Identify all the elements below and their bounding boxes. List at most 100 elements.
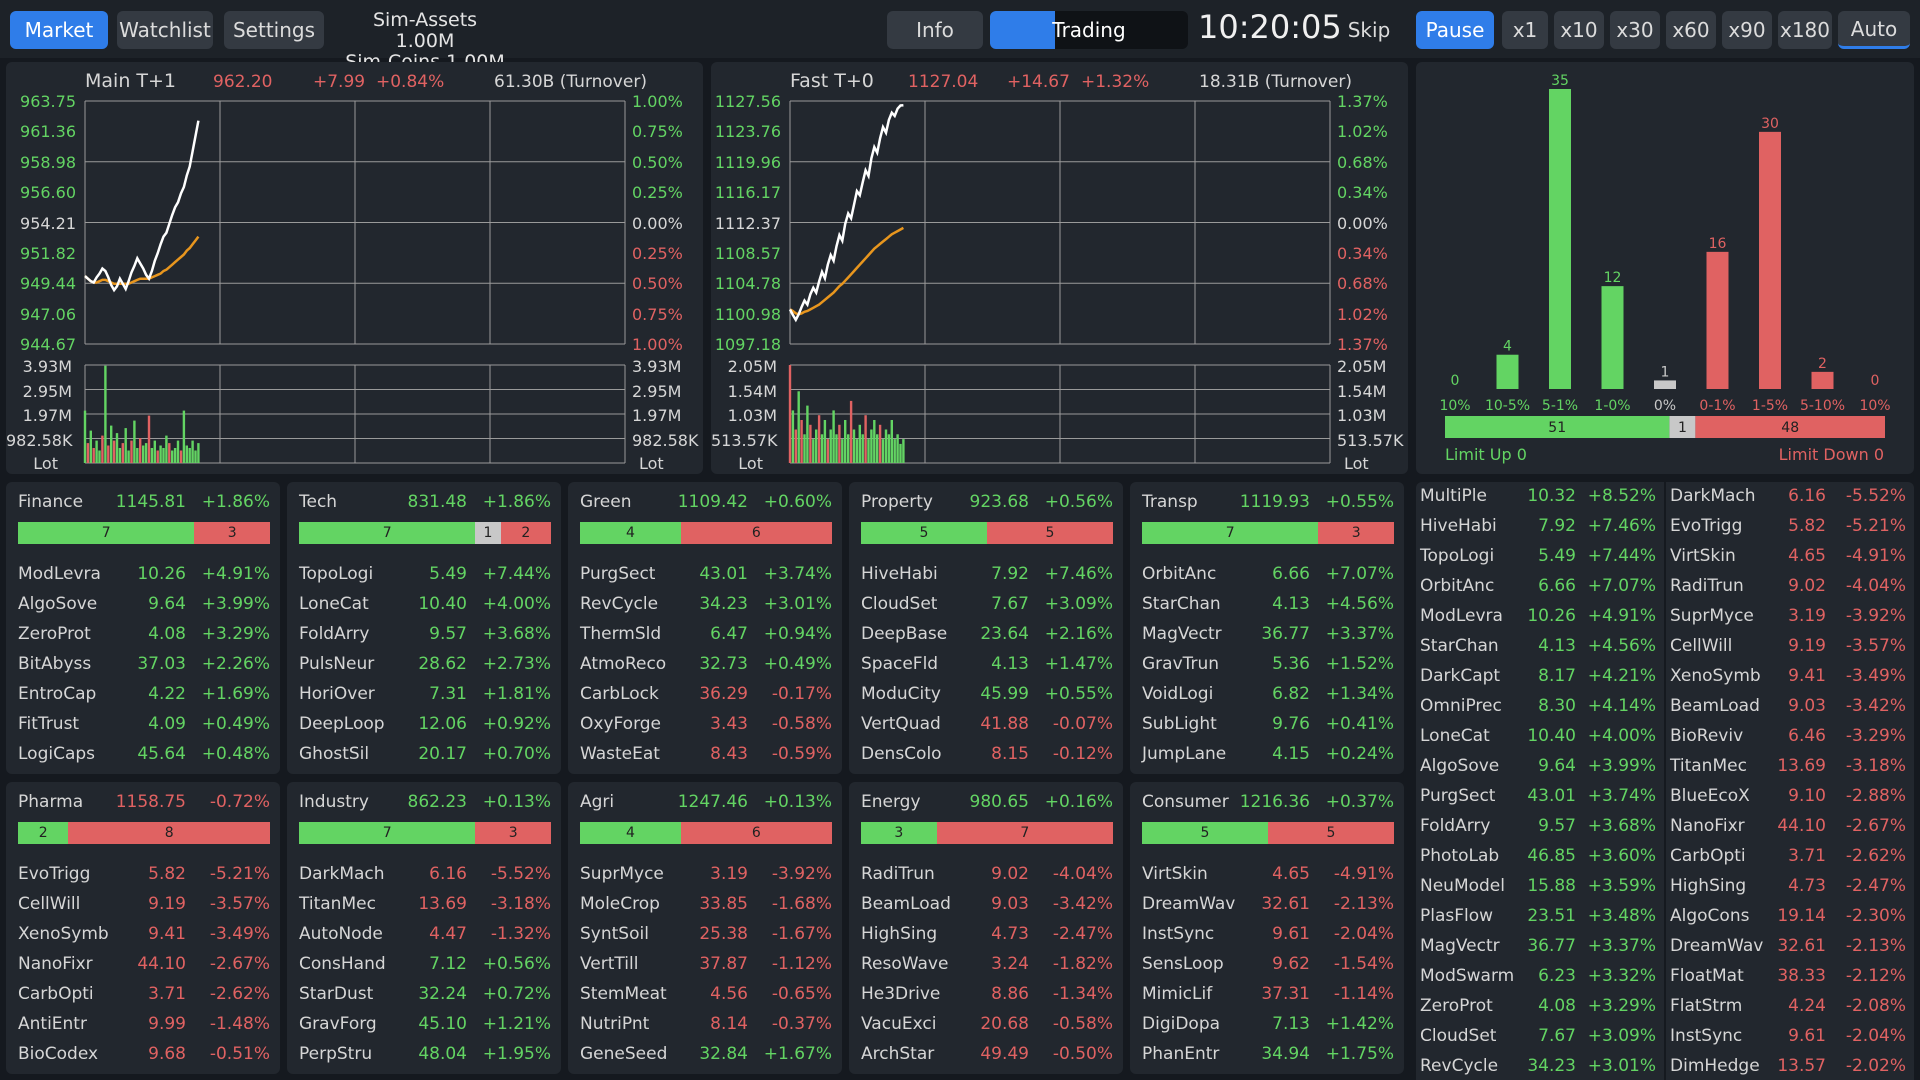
sector-stock-row[interactable]: HiveHabi 7.92 +7.46% [861, 564, 1113, 590]
sector-stock-row[interactable]: LoneCat 10.40 +4.00% [299, 594, 551, 620]
losers-row[interactable]: CarbOpti 3.71 -2.62% [1670, 846, 1906, 872]
sector-stock-row[interactable]: DigiDopa 7.13 +1.42% [1142, 1014, 1394, 1040]
sector-stock-row[interactable]: DensColo 8.15 -0.12% [861, 744, 1113, 770]
gainers-row[interactable]: PlasFlow 23.51 +3.48% [1420, 906, 1656, 932]
sector-stock-row[interactable]: EvoTrigg 5.82 -5.21% [18, 864, 270, 890]
info-button[interactable]: Info [887, 11, 983, 49]
losers-row[interactable]: SuprMyce 3.19 -3.92% [1670, 606, 1906, 632]
sector-stock-row[interactable]: NanoFixr 44.10 -2.67% [18, 954, 270, 980]
losers-row[interactable]: RadiTrun 9.02 -4.04% [1670, 576, 1906, 602]
gainers-row[interactable]: DarkCapt 8.17 +4.21% [1420, 666, 1656, 692]
sector-stock-row[interactable]: SpaceFld 4.13 +1.47% [861, 654, 1113, 680]
losers-row[interactable]: DreamWav 32.61 -2.13% [1670, 936, 1906, 962]
sector-stock-row[interactable]: VertQuad 41.88 -0.07% [861, 714, 1113, 740]
sector-stock-row[interactable]: BeamLoad 9.03 -3.42% [861, 894, 1113, 920]
sector-stock-row[interactable]: HighSing 4.73 -2.47% [861, 924, 1113, 950]
sector-stock-row[interactable]: ModuCity 45.99 +0.55% [861, 684, 1113, 710]
sector-stock-row[interactable]: GravForg 45.10 +1.21% [299, 1014, 551, 1040]
sector-stock-row[interactable]: OrbitAnc 6.66 +7.07% [1142, 564, 1394, 590]
sector-stock-row[interactable]: PurgSect 43.01 +3.74% [580, 564, 832, 590]
gainers-row[interactable]: RevCycle 34.23 +3.01% [1420, 1056, 1656, 1080]
losers-row[interactable]: BlueEcoX 9.10 -2.88% [1670, 786, 1906, 812]
gainers-row[interactable]: FoldArry 9.57 +3.68% [1420, 816, 1656, 842]
sector-stock-row[interactable]: VertTill 37.87 -1.12% [580, 954, 832, 980]
losers-row[interactable]: AlgoCons 19.14 -2.30% [1670, 906, 1906, 932]
losers-row[interactable]: CellWill 9.19 -3.57% [1670, 636, 1906, 662]
sector-stock-row[interactable]: PhanEntr 34.94 +1.75% [1142, 1044, 1394, 1070]
losers-row[interactable]: NanoFixr 44.10 -2.67% [1670, 816, 1906, 842]
sector-stock-row[interactable]: AntiEntr 9.99 -1.48% [18, 1014, 270, 1040]
sector-card-property[interactable]: Property 923.68 +0.56% 5 5 HiveHabi 7.92 +7.46%… [849, 482, 1123, 774]
speed-x180-button[interactable]: x180 [1778, 11, 1832, 49]
gainers-row[interactable]: PurgSect 43.01 +3.74% [1420, 786, 1656, 812]
sector-stock-row[interactable]: CarbOpti 3.71 -2.62% [18, 984, 270, 1010]
sector-stock-row[interactable]: StarChan 4.13 +4.56% [1142, 594, 1394, 620]
losers-row[interactable]: BioReviv 6.46 -3.29% [1670, 726, 1906, 752]
gainers-row[interactable]: CloudSet 7.67 +3.09% [1420, 1026, 1656, 1052]
sector-card-consumer[interactable]: Consumer 1216.36 +0.37% 5 5 VirtSkin 4.65 -4.91… [1130, 782, 1404, 1074]
sector-card-energy[interactable]: Energy 980.65 +0.16% 3 7 RadiTrun 9.02 -4.04% Be… [849, 782, 1123, 1074]
losers-row[interactable]: InstSync 9.61 -2.04% [1670, 1026, 1906, 1052]
trading-progress[interactable]: Trading [990, 11, 1188, 49]
sector-stock-row[interactable]: FoldArry 9.57 +3.68% [299, 624, 551, 650]
sector-stock-row[interactable]: VacuExci 20.68 -0.58% [861, 1014, 1113, 1040]
gainers-row[interactable]: TopoLogi 5.49 +7.44% [1420, 546, 1656, 572]
sector-stock-row[interactable]: SuprMyce 3.19 -3.92% [580, 864, 832, 890]
tab-watchlist[interactable]: Watchlist [117, 11, 213, 49]
sector-stock-row[interactable]: GhostSil 20.17 +0.70% [299, 744, 551, 770]
sector-stock-row[interactable]: BioCodex 9.68 -0.51% [18, 1044, 270, 1070]
losers-row[interactable]: HighSing 4.73 -2.47% [1670, 876, 1906, 902]
sector-stock-row[interactable]: DeepBase 23.64 +2.16% [861, 624, 1113, 650]
sector-stock-row[interactable]: DreamWav 32.61 -2.13% [1142, 894, 1394, 920]
speed-x90-button[interactable]: x90 [1722, 11, 1772, 49]
gainers-row[interactable]: ZeroProt 4.08 +3.29% [1420, 996, 1656, 1022]
sector-stock-row[interactable]: LogiCaps 45.64 +0.48% [18, 744, 270, 770]
sector-stock-row[interactable]: PerpStru 48.04 +1.95% [299, 1044, 551, 1070]
sector-stock-row[interactable]: RevCycle 34.23 +3.01% [580, 594, 832, 620]
sector-stock-row[interactable]: WasteEat 8.43 -0.59% [580, 744, 832, 770]
sector-stock-row[interactable]: VoidLogi 6.82 +1.34% [1142, 684, 1394, 710]
sector-stock-row[interactable]: EntroCap 4.22 +1.69% [18, 684, 270, 710]
sector-stock-row[interactable]: He3Drive 8.86 -1.34% [861, 984, 1113, 1010]
sector-stock-row[interactable]: StemMeat 4.56 -0.65% [580, 984, 832, 1010]
skip-button[interactable]: Skip [1333, 11, 1405, 49]
sector-stock-row[interactable]: CloudSet 7.67 +3.09% [861, 594, 1113, 620]
sector-card-tech[interactable]: Tech 831.48 +1.86% 7 1 2 TopoLogi 5.49 +7.44% Lon… [287, 482, 561, 774]
losers-row[interactable]: DarkMach 6.16 -5.52% [1670, 486, 1906, 512]
sector-stock-row[interactable]: XenoSymb 9.41 -3.49% [18, 924, 270, 950]
sector-stock-row[interactable]: CellWill 9.19 -3.57% [18, 894, 270, 920]
sector-stock-row[interactable]: GeneSeed 32.84 +1.67% [580, 1044, 832, 1070]
sector-stock-row[interactable]: StarDust 32.24 +0.72% [299, 984, 551, 1010]
sector-stock-row[interactable]: DarkMach 6.16 -5.52% [299, 864, 551, 890]
tab-settings[interactable]: Settings [224, 11, 324, 49]
sector-stock-row[interactable]: TitanMec 13.69 -3.18% [299, 894, 551, 920]
sector-stock-row[interactable]: PulsNeur 28.62 +2.73% [299, 654, 551, 680]
sector-stock-row[interactable]: BitAbyss 37.03 +2.26% [18, 654, 270, 680]
gainers-row[interactable]: MultiPle 10.32 +8.52% [1420, 486, 1656, 512]
gainers-row[interactable]: ModLevra 10.26 +4.91% [1420, 606, 1656, 632]
sector-stock-row[interactable]: SensLoop 9.62 -1.54% [1142, 954, 1394, 980]
sector-stock-row[interactable]: ArchStar 49.49 -0.50% [861, 1044, 1113, 1070]
losers-row[interactable]: DimHedge 13.57 -2.02% [1670, 1056, 1906, 1080]
sector-card-pharma[interactable]: Pharma 1158.75 -0.72% 2 8 EvoTrigg 5.82 -5.21% C… [6, 782, 280, 1074]
gainers-row[interactable]: LoneCat 10.40 +4.00% [1420, 726, 1656, 752]
sector-stock-row[interactable]: ModLevra 10.26 +4.91% [18, 564, 270, 590]
sector-stock-row[interactable]: MimicLif 37.31 -1.14% [1142, 984, 1394, 1010]
sector-stock-row[interactable]: AlgoSove 9.64 +3.99% [18, 594, 270, 620]
gainers-row[interactable]: OrbitAnc 6.66 +7.07% [1420, 576, 1656, 602]
gainers-row[interactable]: NeuModel 15.88 +3.59% [1420, 876, 1656, 902]
sector-stock-row[interactable]: RadiTrun 9.02 -4.04% [861, 864, 1113, 890]
sector-stock-row[interactable]: SyntSoil 25.38 -1.67% [580, 924, 832, 950]
speed-x1-button[interactable]: x1 [1502, 11, 1548, 49]
speed-x30-button[interactable]: x30 [1610, 11, 1660, 49]
sector-stock-row[interactable]: FitTrust 4.09 +0.49% [18, 714, 270, 740]
sector-stock-row[interactable]: VirtSkin 4.65 -4.91% [1142, 864, 1394, 890]
gainers-row[interactable]: StarChan 4.13 +4.56% [1420, 636, 1656, 662]
sector-stock-row[interactable]: ConsHand 7.12 +0.56% [299, 954, 551, 980]
sector-card-agri[interactable]: Agri 1247.46 +0.13% 4 6 SuprMyce 3.19 -3.92% Mol… [568, 782, 842, 1074]
auto-button[interactable]: Auto [1838, 11, 1910, 49]
losers-row[interactable]: XenoSymb 9.41 -3.49% [1670, 666, 1906, 692]
gainers-row[interactable]: ModSwarm 6.23 +3.32% [1420, 966, 1656, 992]
pause-button[interactable]: Pause [1416, 11, 1494, 49]
sector-stock-row[interactable]: InstSync 9.61 -2.04% [1142, 924, 1394, 950]
